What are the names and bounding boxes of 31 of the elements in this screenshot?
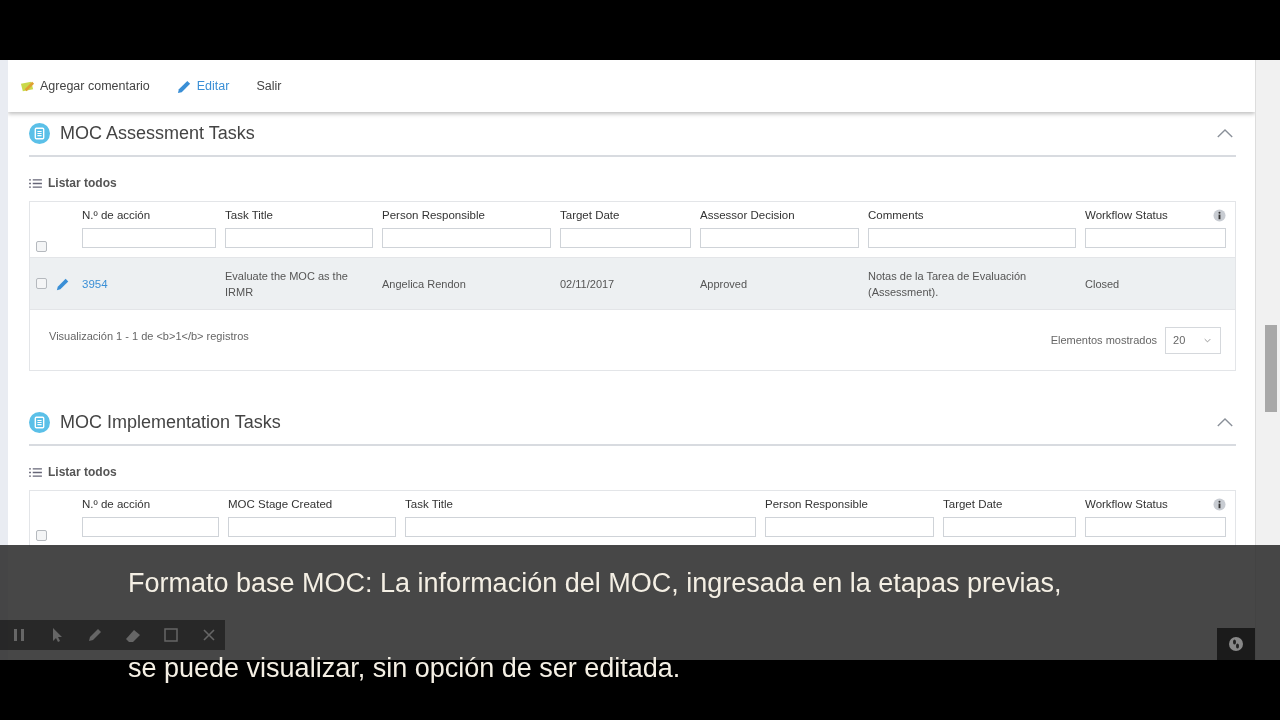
table-cell-text: Notas de la Tarea de Evaluación (Assessment).: [868, 268, 1028, 300]
table-cell-text: Closed: [1085, 276, 1120, 292]
column-header: Workflow Status: [1085, 209, 1168, 221]
table-cell-text: Approved: [700, 276, 748, 292]
section-title: MOC Assessment Tasks: [60, 123, 256, 144]
column-header: Person Responsible: [382, 209, 485, 221]
section-title: MOC Implementation Tasks: [60, 412, 282, 433]
column-header: Target Date: [943, 498, 1003, 510]
column-header: Assessor Decision: [700, 209, 795, 221]
column-header: Task Title: [225, 209, 273, 221]
list-all-link[interactable]: Listar todos: [29, 176, 117, 190]
subtitle-text: se puede visualizar, sin opción de ser editada.: [128, 652, 681, 684]
column-header: Workflow Status: [1085, 498, 1168, 510]
page-size-label: Elementos mostrados: [1050, 334, 1157, 346]
subtitle-text: Formato base MOC: La información del MOC, ingresada en la etapas previas,: [128, 567, 1062, 599]
toolbar-link[interactable]: Salir: [256, 79, 282, 93]
table-cell-text: 02/11/2017: [560, 276, 615, 292]
column-header: N.º de acción: [82, 498, 151, 510]
table-cell-text: Angelica Rendon: [382, 276, 466, 292]
table-cell-text: Evaluate the MOC as the IRMR: [225, 268, 349, 300]
list-all-link[interactable]: Listar todos: [29, 465, 117, 479]
records-summary: Visualización 1 - 1 de <b>1</b> registros: [49, 330, 249, 342]
column-header: MOC Stage Created: [228, 498, 333, 510]
toolbar-link[interactable]: Editar: [176, 78, 230, 94]
column-header: N.º de acción: [82, 209, 151, 221]
page-size-dropdown[interactable]: 20: [1165, 326, 1221, 354]
toolbar-link[interactable]: Agregar comentario: [20, 78, 150, 94]
column-header: Person Responsible: [765, 498, 868, 510]
column-header: Target Date: [560, 209, 620, 221]
column-header: Task Title: [405, 498, 453, 510]
column-header: Comments: [868, 209, 924, 221]
